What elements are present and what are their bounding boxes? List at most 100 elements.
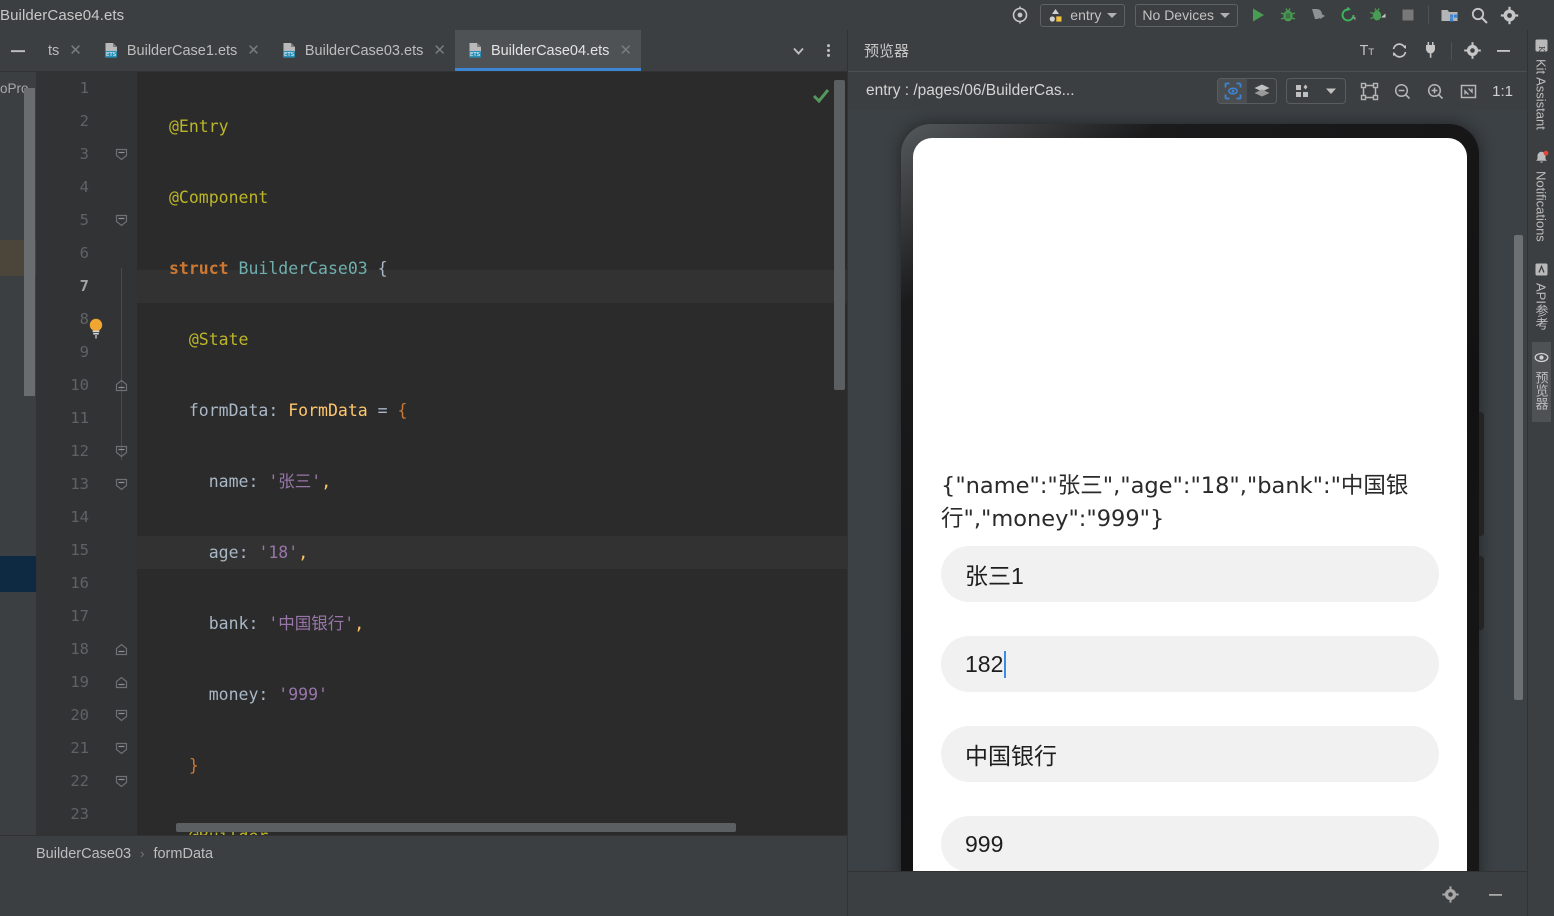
breadcrumb: BuilderCase03 › formData [0,835,847,872]
bell-icon [1535,150,1548,163]
plug-icon[interactable] [1415,36,1446,66]
name-input[interactable]: 张三1 [941,546,1439,602]
left-panel-sliver[interactable]: oPro [0,72,36,835]
target-icon[interactable] [1005,1,1035,29]
debug-button[interactable] [1273,1,1303,29]
device-power-button [1479,556,1484,630]
top-toolbar: BuilderCase04.ets entry No Devices [0,0,1554,30]
kebab-menu-icon[interactable] [813,37,843,65]
project-structure-button[interactable] [1434,1,1464,29]
stop-button[interactable] [1393,1,1423,29]
device-volume-button [1479,412,1484,536]
fold-end-icon[interactable] [114,633,128,666]
text-caret [1004,650,1007,678]
previewer-path[interactable]: entry : /pages/06/BuilderCas... [866,82,1075,100]
eye-icon [1534,352,1548,362]
code-editor[interactable]: 1 2 3 4 5 6 7 8 9 10 11 12 13 14 15 16 17 18 19 20 21 22 23 @E… [36,72,847,835]
previewer-scrollbar[interactable] [1514,235,1523,700]
device-grid-button[interactable] [1287,79,1316,103]
line-number: 15 [70,541,89,559]
intention-bulb-icon[interactable] [86,317,106,339]
bank-input[interactable]: 中国银行 [941,726,1439,782]
line-number: 19 [70,673,89,691]
inspector-toggle[interactable] [1218,79,1248,103]
line-number: 18 [70,640,89,658]
frame-button[interactable] [1354,76,1385,106]
fold-collapse-icon[interactable] [114,138,128,171]
editor-tab-tools [783,30,847,71]
preview-settings-gear-icon[interactable] [1457,36,1488,66]
line-number: 16 [70,574,89,592]
editor-tab-buildercase03[interactable]: ETS BuilderCase03.ets ✕ [269,30,455,71]
editor-tab-buildercase1[interactable]: ETS BuilderCase1.ets ✕ [91,30,269,71]
right-tool-strip: K Kit Assistant Notifications API参考 预览器 [1527,30,1554,916]
run-button[interactable] [1243,1,1273,29]
close-icon[interactable]: ✕ [619,43,632,58]
age-input[interactable]: 182 [941,636,1439,692]
editor-tab-buildercase04[interactable]: ETS BuilderCase04.ets ✕ [454,30,642,71]
text-size-icon[interactable]: T T [1353,36,1384,66]
editor-horizontal-scrollbar[interactable] [176,823,736,832]
api-reference-tool[interactable]: API参考 [1532,254,1551,342]
line-number: 17 [70,607,89,625]
fold-end-icon[interactable] [114,666,128,699]
fold-collapse-icon[interactable] [114,732,128,765]
search-icon[interactable] [1464,1,1494,29]
money-input[interactable]: 999 [941,816,1439,872]
preview-gear-icon[interactable] [1435,879,1466,909]
grid-four-icon [1295,84,1308,97]
code-line-5: formData: FormData = { [188,401,408,420]
breadcrumb-item-field[interactable]: formData [153,846,213,862]
notifications-tool[interactable]: Notifications [1534,142,1549,254]
close-icon[interactable]: ✕ [247,43,260,58]
caret-down-icon [1325,88,1336,94]
gear-icon[interactable] [1494,1,1524,29]
code-line-8: bank: '中国银行', [208,614,365,633]
left-panel-scrollbar[interactable] [24,88,35,396]
fit-screen-button[interactable] [1453,76,1484,106]
line-number: 10 [70,376,89,394]
preview-minimize-icon[interactable] [1480,879,1511,909]
device-selector[interactable]: No Devices [1135,3,1238,27]
chevron-down-icon[interactable] [783,37,813,65]
module-selector[interactable]: entry [1040,3,1126,27]
fold-end-icon[interactable] [114,369,128,402]
fold-collapse-icon[interactable] [114,468,128,501]
breadcrumb-item-struct[interactable]: BuilderCase03 [36,846,131,862]
refresh-icon[interactable] [1384,36,1415,66]
line-number: 3 [79,145,89,163]
ets-file-icon: ETS [104,43,117,58]
api-reference-label: API参考 [1533,282,1549,330]
editor-vertical-scrollbar[interactable] [834,80,845,390]
close-icon[interactable]: ✕ [69,43,82,58]
previewer-panel: 预览器 T T entry: /pages/06/BuilderCas... … [847,30,1527,916]
hot-reload-button[interactable] [1333,1,1363,29]
inspection-ok-icon[interactable] [811,86,831,106]
kit-assistant-tool[interactable]: K Kit Assistant [1534,30,1549,142]
previewer-tool[interactable]: 预览器 [1531,341,1551,422]
fold-guide-line [121,268,122,460]
zoom-in-button[interactable] [1420,76,1451,106]
profile-button[interactable] [1363,1,1393,29]
device-select-group [1286,78,1347,104]
fold-collapse-icon[interactable] [114,765,128,798]
device-dropdown[interactable] [1316,79,1345,103]
zoom-level-label[interactable]: 1:1 [1486,83,1517,100]
editor-tab-bar: ts ✕ ETS BuilderCase1.ets ✕ ETS BuilderC… [0,30,847,72]
api-icon [1535,263,1547,276]
code-content[interactable]: @Entry @Component struct BuilderCase03 {… [137,72,847,835]
attach-debugger-button[interactable] [1303,1,1333,29]
module-icon [1049,8,1062,22]
svg-text:T: T [1368,48,1375,58]
zoom-out-button[interactable] [1387,76,1418,106]
fold-collapse-icon[interactable] [114,204,128,237]
close-icon[interactable]: ✕ [433,43,446,58]
notifications-label: Notifications [1533,170,1549,242]
minimize-icon[interactable] [1488,36,1519,66]
fold-collapse-icon[interactable] [114,435,128,468]
fold-collapse-icon[interactable] [114,699,128,732]
layers-toggle[interactable] [1247,79,1276,103]
editor-tab-ts[interactable]: ts ✕ [36,30,91,71]
collapse-panel-button[interactable] [0,30,36,71]
device-screen[interactable]: {"name":"张三","age":"18","bank":"中国银行","m… [913,138,1467,885]
